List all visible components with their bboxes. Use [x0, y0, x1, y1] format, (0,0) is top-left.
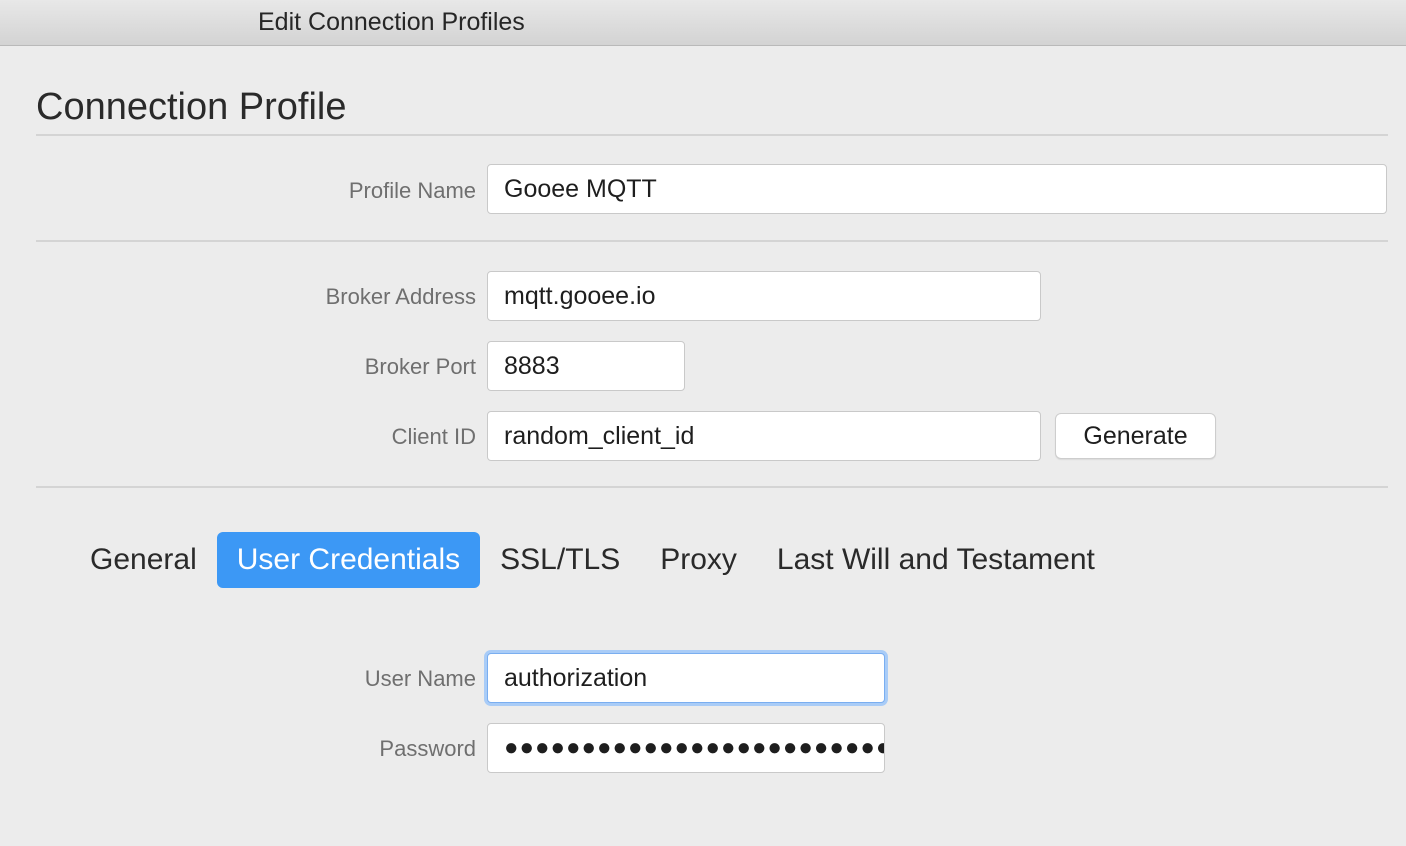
password-field[interactable]: ●●●●●●●●●●●●●●●●●●●●●●●●● — [487, 723, 885, 773]
broker-port-label: Broker Port — [364, 354, 476, 379]
tab-last-will[interactable]: Last Will and Testament — [757, 532, 1115, 588]
profile-name-label: Profile Name — [348, 178, 476, 203]
client-id-label: Client ID — [391, 424, 476, 449]
username-field[interactable]: authorization — [487, 653, 885, 703]
generate-button[interactable]: Generate — [1055, 413, 1216, 459]
tab-proxy[interactable]: Proxy — [640, 532, 757, 588]
window-titlebar: Edit Connection Profiles — [0, 0, 1406, 46]
username-label: User Name — [364, 666, 476, 691]
broker-address-label: Broker Address — [325, 284, 476, 309]
divider — [36, 134, 1388, 136]
password-label: Password — [379, 736, 476, 761]
section-heading: Connection Profile — [36, 86, 347, 128]
divider — [36, 486, 1388, 488]
broker-address-field[interactable]: mqtt.gooee.io — [487, 271, 1041, 321]
tab-user-credentials[interactable]: User Credentials — [216, 532, 481, 588]
settings-tabs: General User Credentials SSL/TLS Proxy L… — [70, 532, 1115, 588]
broker-port-field[interactable]: 8883 — [487, 341, 685, 391]
divider — [36, 240, 1388, 242]
window-title: Edit Connection Profiles — [258, 8, 525, 36]
client-id-field[interactable]: random_client_id — [487, 411, 1041, 461]
tab-general[interactable]: General — [70, 532, 217, 588]
tab-ssl-tls[interactable]: SSL/TLS — [480, 532, 640, 588]
profile-name-field[interactable]: Gooee MQTT — [487, 164, 1387, 214]
